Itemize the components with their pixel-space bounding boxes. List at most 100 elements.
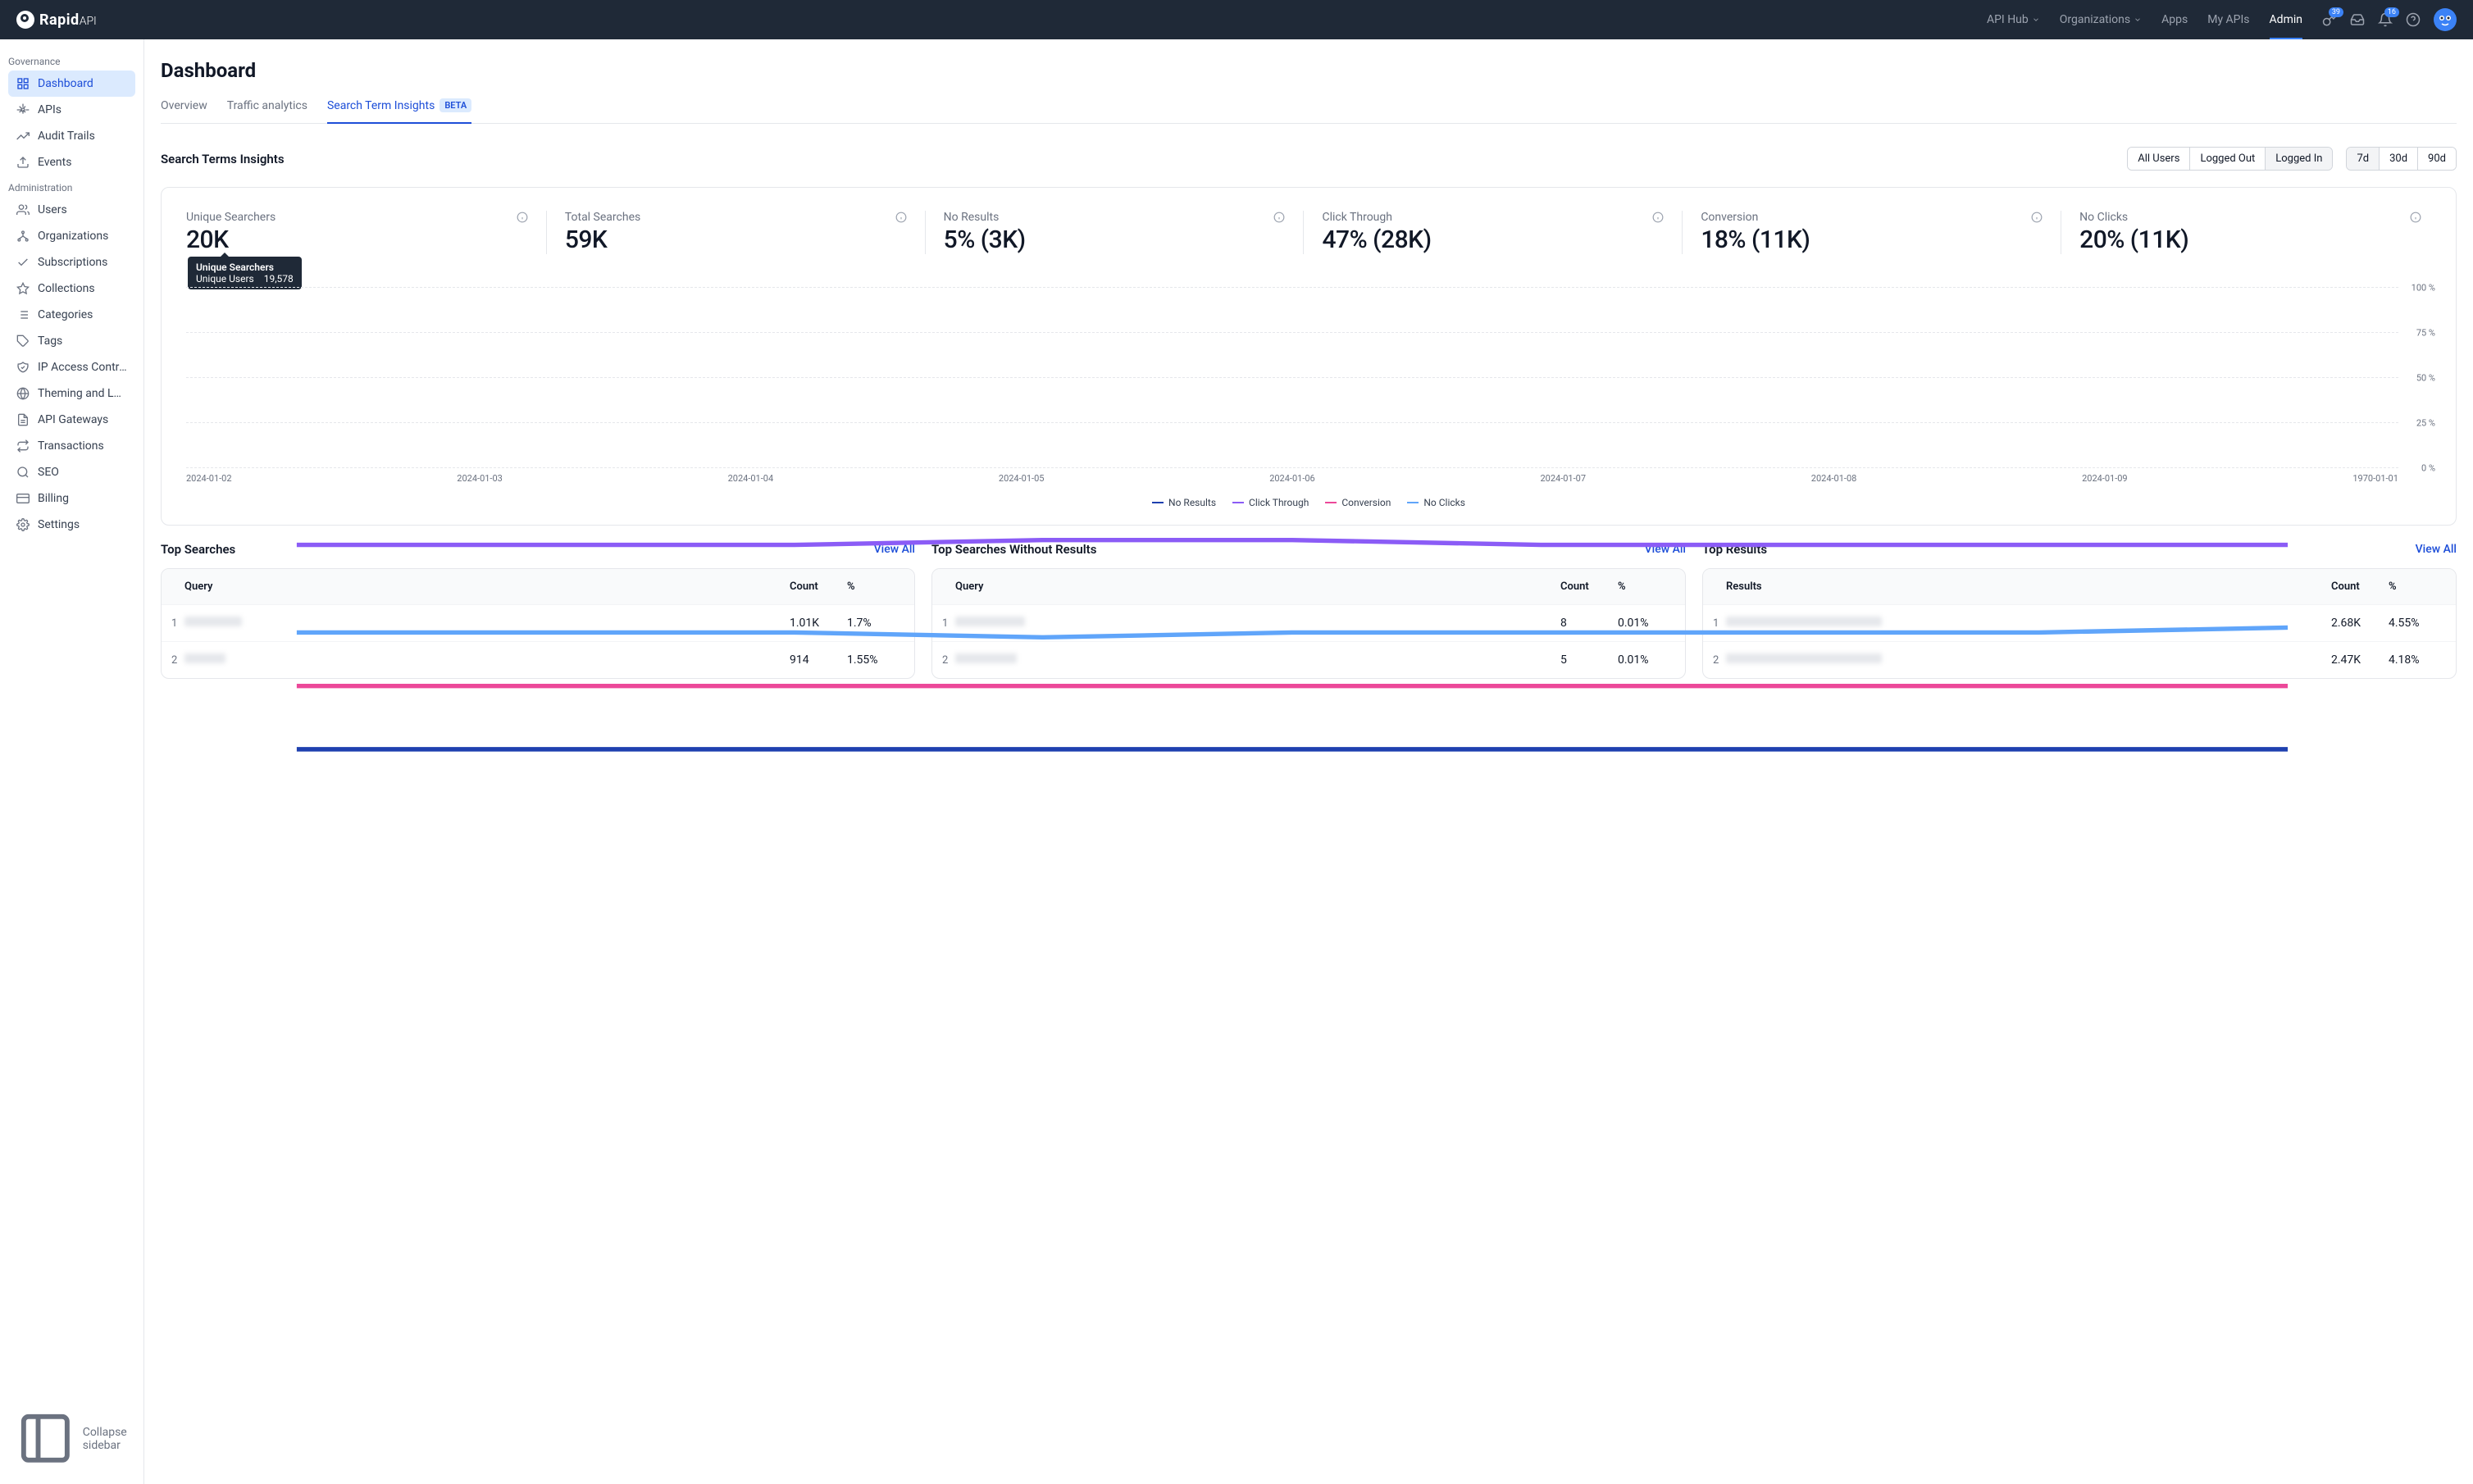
sidebar-item-label: IP Access Control	[38, 361, 127, 374]
sidebar-item-api-gateways[interactable]: API Gateways	[8, 407, 135, 433]
legend-item: No Results	[1152, 497, 1216, 508]
legend-swatch	[1407, 502, 1419, 503]
tab-label: Traffic analytics	[227, 99, 307, 112]
nav-my-apis[interactable]: My APIs	[2207, 13, 2249, 26]
logo-suffix: API	[80, 15, 97, 28]
legend-swatch	[1152, 502, 1164, 503]
sidebar-item-label: Tags	[38, 335, 62, 348]
header-icons: 39 16	[2322, 8, 2457, 31]
tab-overview[interactable]: Overview	[161, 98, 207, 123]
tab-search-term-insights[interactable]: Search Term InsightsBETA	[327, 98, 471, 124]
x-tick-label: 2024-01-09	[2082, 473, 2128, 484]
x-tick-label: 2024-01-06	[1269, 473, 1315, 484]
help-icon[interactable]	[2406, 12, 2421, 27]
chart-series-no-clicks	[297, 627, 2288, 637]
metric-value: 18% (11K)	[1701, 225, 2043, 254]
sidebar-item-label: Categories	[38, 308, 93, 321]
info-icon[interactable]	[2410, 212, 2421, 223]
transactions-icon	[16, 439, 30, 453]
collapse-sidebar-label: Collapse sidebar	[83, 1426, 127, 1452]
sidebar-item-tags[interactable]: Tags	[8, 328, 135, 354]
nav-admin[interactable]: Admin	[2270, 13, 2302, 39]
chart: 0 %25 %50 %75 %100 % 2024-01-022024-01-0…	[178, 287, 2439, 508]
sync-icon[interactable]: 39	[2322, 12, 2337, 27]
chart-series-click-through	[297, 540, 2288, 545]
avatar[interactable]	[2434, 8, 2457, 31]
sidebar-item-audit-trails[interactable]: Audit Trails	[8, 123, 135, 149]
time-filter-7d[interactable]: 7d	[2347, 148, 2380, 170]
time-filter-90d[interactable]: 90d	[2418, 148, 2456, 170]
events-icon	[16, 156, 30, 169]
logo[interactable]: RapidAPI	[16, 11, 97, 29]
tab-traffic-analytics[interactable]: Traffic analytics	[227, 98, 307, 123]
metric-value: 47% (28K)	[1322, 225, 1664, 254]
info-icon[interactable]	[895, 212, 907, 223]
header-nav: API HubOrganizationsAppsMy APIsAdmin 39 …	[1987, 8, 2457, 31]
settings-icon	[16, 518, 30, 531]
metric-total-searches: Total Searches 59K	[547, 211, 926, 254]
sidebar-item-label: Theming and Langu…	[38, 387, 127, 400]
sidebar-item-subscriptions[interactable]: Subscriptions	[8, 249, 135, 275]
nav-apps[interactable]: Apps	[2161, 13, 2188, 26]
sidebar-item-events[interactable]: Events	[8, 149, 135, 175]
legend-label: No Clicks	[1423, 497, 1465, 508]
metric-label: No Clicks	[2079, 211, 2128, 224]
collapse-sidebar-button[interactable]: Collapse sidebar	[8, 1403, 135, 1474]
sidebar-item-settings[interactable]: Settings	[8, 512, 135, 538]
sidebar-item-collections[interactable]: Collections	[8, 275, 135, 302]
user-filter-logged-in[interactable]: Logged In	[2266, 148, 2332, 170]
info-icon[interactable]	[2031, 212, 2043, 223]
x-tick-label: 2024-01-05	[999, 473, 1045, 484]
user-filter-logged-out[interactable]: Logged Out	[2190, 148, 2266, 170]
sidebar-section-label: Administration	[8, 175, 135, 197]
sidebar-item-organizations[interactable]: Organizations	[8, 223, 135, 249]
info-icon[interactable]	[1273, 212, 1285, 223]
metric-value: 59K	[565, 225, 907, 254]
time-filter-30d[interactable]: 30d	[2380, 148, 2418, 170]
sidebar-item-label: Events	[38, 156, 71, 169]
inbox-icon[interactable]	[2350, 12, 2365, 27]
page-title: Dashboard	[161, 59, 2457, 82]
sidebar-item-transactions[interactable]: Transactions	[8, 433, 135, 459]
y-tick-label: 50 %	[2416, 373, 2435, 384]
bell-badge: 16	[2384, 7, 2399, 17]
metrics-card: Unique Searchers 20K Unique SearchersUni…	[161, 187, 2457, 526]
theming-icon	[16, 387, 30, 400]
sidebar-item-label: Collections	[38, 282, 95, 295]
nav-organizations[interactable]: Organizations	[2060, 13, 2142, 26]
nav-api-hub[interactable]: API Hub	[1987, 13, 2040, 26]
sidebar-item-theming-and-langu-[interactable]: Theming and Langu…	[8, 380, 135, 407]
metric-label: Conversion	[1701, 211, 1758, 224]
y-tick-label: 0 %	[2421, 463, 2435, 474]
bell-icon[interactable]: 16	[2378, 12, 2393, 27]
tabs: Overview Traffic analytics Search Term Ins…	[161, 98, 2457, 124]
row-index: 1	[171, 617, 184, 630]
info-icon[interactable]	[517, 212, 528, 223]
view-all-link[interactable]: View All	[2416, 543, 2457, 556]
section-title: Search Terms Insights	[161, 152, 285, 166]
legend-swatch	[1232, 502, 1244, 503]
x-tick-label: 2024-01-07	[1540, 473, 1586, 484]
sidebar-item-label: SEO	[38, 466, 59, 479]
subs-icon	[16, 256, 30, 269]
sidebar-section-label: Governance	[8, 49, 135, 71]
sidebar-item-seo[interactable]: SEO	[8, 459, 135, 485]
user-filter-all-users[interactable]: All Users	[2128, 148, 2190, 170]
legend-item: No Clicks	[1407, 497, 1465, 508]
info-icon[interactable]	[1652, 212, 1664, 223]
beta-badge: BETA	[439, 98, 471, 112]
sidebar-item-label: Users	[38, 203, 67, 216]
orgs-icon	[16, 230, 30, 243]
sidebar-item-users[interactable]: Users	[8, 197, 135, 223]
tags-icon	[16, 335, 30, 348]
sidebar-item-billing[interactable]: Billing	[8, 485, 135, 512]
legend-swatch	[1325, 502, 1337, 503]
sidebar-item-dashboard[interactable]: Dashboard	[8, 71, 135, 97]
sidebar-item-categories[interactable]: Categories	[8, 302, 135, 328]
sidebar-item-apis[interactable]: APIs	[8, 97, 135, 123]
sidebar-item-label: Organizations	[38, 230, 108, 243]
apis-icon	[16, 103, 30, 116]
sidebar-item-ip-access-control[interactable]: IP Access Control	[8, 354, 135, 380]
sidebar-item-label: Dashboard	[38, 77, 93, 90]
legend-label: No Results	[1168, 497, 1216, 508]
